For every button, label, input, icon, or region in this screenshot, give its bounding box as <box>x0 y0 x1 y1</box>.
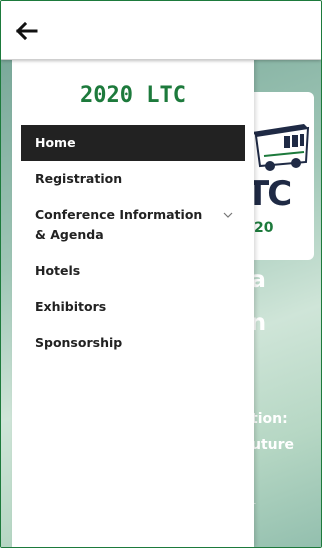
back-arrow-icon[interactable] <box>14 21 38 41</box>
app-frame: TC 20 na on tion: uture r 2020 LTC Home … <box>0 0 322 548</box>
top-bar <box>1 1 321 60</box>
drawer-menu: Home Registration Conference Information… <box>21 125 245 361</box>
conference-logo-card: TC 20 <box>244 92 314 260</box>
menu-item-conference-information-agenda[interactable]: Conference Information & Agenda <box>21 197 245 253</box>
menu-item-registration[interactable]: Registration <box>21 161 245 197</box>
background-subtitle-line2: uture <box>251 437 295 453</box>
menu-item-label: Home <box>35 135 76 150</box>
chevron-down-icon[interactable] <box>223 211 233 219</box>
menu-item-sponsorship[interactable]: Sponsorship <box>21 325 245 361</box>
menu-item-label: Exhibitors <box>35 299 107 314</box>
menu-item-label: Registration <box>35 171 123 186</box>
menu-item-hotels[interactable]: Hotels <box>21 253 245 289</box>
menu-item-label: Hotels <box>35 263 81 278</box>
drawer-title: 2020 LTC <box>80 83 186 108</box>
menu-item-label: Sponsorship <box>35 335 123 350</box>
menu-item-exhibitors[interactable]: Exhibitors <box>21 289 245 325</box>
logo-year: 20 <box>254 220 274 236</box>
menu-item-label: Conference Information & Agenda <box>35 207 203 242</box>
background-subtitle-line1: tion: <box>251 411 288 427</box>
menu-item-home[interactable]: Home <box>21 125 245 161</box>
navigation-drawer: 2020 LTC Home Registration Conference In… <box>12 59 254 547</box>
